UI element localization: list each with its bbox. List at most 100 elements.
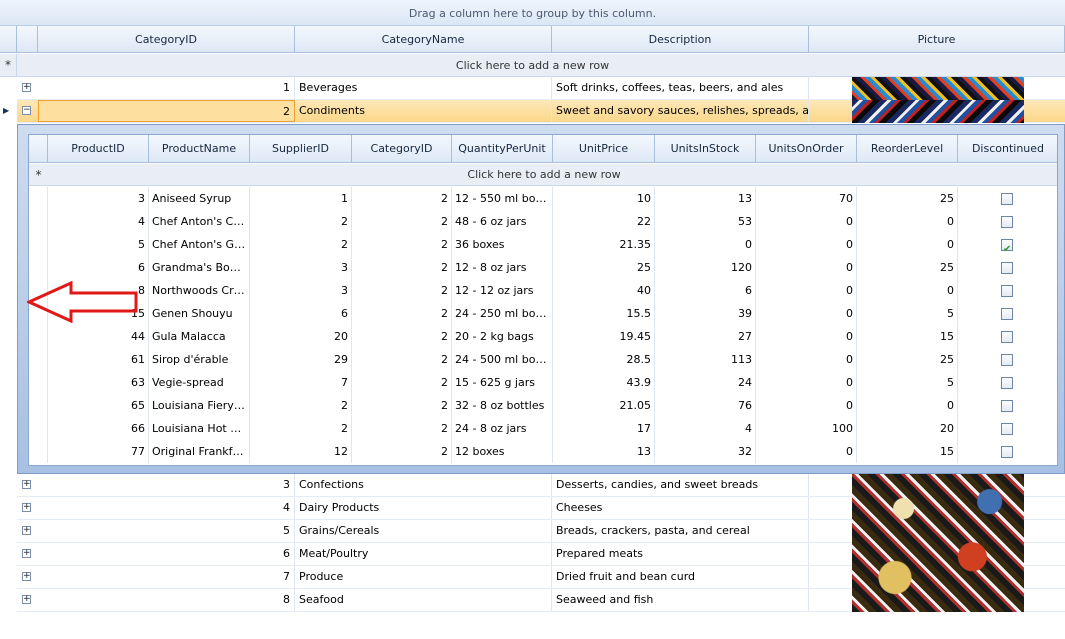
plus-icon[interactable]: + <box>22 503 31 512</box>
detail-row[interactable]: 5 Chef Anton's Gu... 2 2 36 boxes 21.35 0 0 0 <box>29 233 1057 256</box>
quantity-per-unit-cell[interactable]: 24 - 250 ml bottl... <box>452 302 553 325</box>
category-id-cell[interactable]: 2 <box>352 256 452 279</box>
category-id-cell[interactable]: 2 <box>352 233 452 256</box>
quantity-per-unit-cell[interactable]: 15 - 625 g jars <box>452 371 553 394</box>
supplier-id-cell[interactable]: 2 <box>250 417 352 440</box>
supplier-id-cell[interactable]: 7 <box>250 371 352 394</box>
quantity-per-unit-cell[interactable]: 12 boxes <box>452 440 553 463</box>
category-name-cell[interactable]: Confections <box>295 474 552 496</box>
units-in-stock-cell[interactable]: 27 <box>655 325 756 348</box>
product-name-cell[interactable]: Gula Malacca <box>149 325 250 348</box>
unit-price-cell[interactable]: 40 <box>553 279 655 302</box>
category-name-cell[interactable]: Dairy Products <box>295 497 552 519</box>
column-header-unitprice[interactable]: UnitPrice <box>553 135 655 163</box>
discontinued-checkbox[interactable] <box>1001 377 1013 389</box>
discontinued-checkbox[interactable] <box>1001 285 1013 297</box>
master-new-row[interactable]: * Click here to add a new row <box>0 54 1065 77</box>
category-name-cell[interactable]: Condiments <box>295 100 552 122</box>
description-cell[interactable]: Seaweed and fish <box>552 589 809 611</box>
column-header-unitsinstock[interactable]: UnitsInStock <box>655 135 756 163</box>
description-cell[interactable]: Cheeses <box>552 497 809 519</box>
quantity-per-unit-cell[interactable]: 36 boxes <box>452 233 553 256</box>
product-id-cell[interactable]: 77 <box>48 440 149 463</box>
products-detail-grid[interactable]: ProductID ProductName SupplierID Categor… <box>28 134 1058 466</box>
product-name-cell[interactable]: Sirop d'érable <box>149 348 250 371</box>
group-by-panel[interactable]: Drag a column here to group by this colu… <box>0 0 1065 26</box>
supplier-id-cell[interactable]: 2 <box>250 233 352 256</box>
category-name-cell[interactable]: Beverages <box>295 77 552 99</box>
category-id-cell[interactable]: 7 <box>38 566 295 588</box>
discontinued-checkbox[interactable] <box>1001 308 1013 320</box>
category-id-cell[interactable]: 2 <box>352 210 452 233</box>
product-name-cell[interactable]: Vegie-spread <box>149 371 250 394</box>
detail-row[interactable]: 61 Sirop d'érable 29 2 24 - 500 ml bottl... 2… <box>29 348 1057 371</box>
units-in-stock-cell[interactable]: 24 <box>655 371 756 394</box>
units-on-order-cell[interactable]: 100 <box>756 417 857 440</box>
picture-image[interactable] <box>852 100 1024 123</box>
units-in-stock-cell[interactable]: 32 <box>655 440 756 463</box>
detail-row[interactable]: 4 Chef Anton's Caj... 2 2 48 - 6 oz jars 22 53… <box>29 210 1057 233</box>
product-name-cell[interactable]: Aniseed Syrup <box>149 187 250 210</box>
supplier-id-cell[interactable]: 20 <box>250 325 352 348</box>
quantity-per-unit-cell[interactable]: 20 - 2 kg bags <box>452 325 553 348</box>
detail-row[interactable]: 63 Vegie-spread 7 2 15 - 625 g jars 43.9 24 0 5 <box>29 371 1057 394</box>
product-id-cell[interactable]: 61 <box>48 348 149 371</box>
category-id-cell[interactable]: 2 <box>352 394 452 417</box>
discontinued-checkbox[interactable] <box>1001 331 1013 343</box>
units-on-order-cell[interactable]: 0 <box>756 256 857 279</box>
column-header-discontinued[interactable]: Discontinued <box>958 135 1057 163</box>
units-on-order-cell[interactable]: 0 <box>756 302 857 325</box>
column-header-categoryname[interactable]: CategoryName <box>295 26 552 53</box>
column-header-quantityperunit[interactable]: QuantityPerUnit <box>452 135 553 163</box>
plus-icon[interactable]: + <box>22 572 31 581</box>
unit-price-cell[interactable]: 25 <box>553 256 655 279</box>
column-header-productname[interactable]: ProductName <box>149 135 250 163</box>
category-id-cell[interactable]: 2 <box>38 100 295 122</box>
supplier-id-cell[interactable]: 1 <box>250 187 352 210</box>
category-id-cell[interactable]: 3 <box>38 474 295 496</box>
product-name-cell[interactable]: Northwoods Cra... <box>149 279 250 302</box>
supplier-id-cell[interactable]: 29 <box>250 348 352 371</box>
category-id-cell[interactable]: 5 <box>38 520 295 542</box>
discontinued-checkbox[interactable] <box>1001 238 1013 256</box>
reorder-level-cell[interactable]: 0 <box>857 394 958 417</box>
description-cell[interactable]: Prepared meats <box>552 543 809 565</box>
column-header-productid[interactable]: ProductID <box>48 135 149 163</box>
detail-row[interactable]: 77 Original Frankfur... 12 2 12 boxes 13 32 0 15 <box>29 440 1057 463</box>
reorder-level-cell[interactable]: 5 <box>857 371 958 394</box>
column-header-unitsonorder[interactable]: UnitsOnOrder <box>756 135 857 163</box>
column-header-categoryid[interactable]: CategoryID <box>38 26 295 53</box>
unit-price-cell[interactable]: 22 <box>553 210 655 233</box>
units-on-order-cell[interactable]: 0 <box>756 348 857 371</box>
column-header-picture[interactable]: Picture <box>809 26 1065 53</box>
category-id-cell[interactable]: 4 <box>38 497 295 519</box>
reorder-level-cell[interactable]: 5 <box>857 302 958 325</box>
units-on-order-cell[interactable]: 0 <box>756 279 857 302</box>
plus-icon[interactable]: + <box>22 595 31 604</box>
product-id-cell[interactable]: 3 <box>48 187 149 210</box>
units-on-order-cell[interactable]: 0 <box>756 371 857 394</box>
quantity-per-unit-cell[interactable]: 12 - 8 oz jars <box>452 256 553 279</box>
unit-price-cell[interactable]: 21.05 <box>553 394 655 417</box>
category-id-cell[interactable]: 2 <box>352 371 452 394</box>
product-id-cell[interactable]: 6 <box>48 256 149 279</box>
detail-row[interactable]: 6 Grandma's Boyse... 3 2 12 - 8 oz jars 25 120… <box>29 256 1057 279</box>
discontinued-checkbox[interactable] <box>1001 354 1013 366</box>
supplier-id-cell[interactable]: 3 <box>250 256 352 279</box>
unit-price-cell[interactable]: 21.35 <box>553 233 655 256</box>
category-name-cell[interactable]: Seafood <box>295 589 552 611</box>
product-id-cell[interactable]: 63 <box>48 371 149 394</box>
product-name-cell[interactable]: Chef Anton's Caj... <box>149 210 250 233</box>
category-name-cell[interactable]: Produce <box>295 566 552 588</box>
detail-row[interactable]: 66 Louisiana Hot Sp... 2 2 24 - 8 oz jars 17 4… <box>29 417 1057 440</box>
unit-price-cell[interactable]: 15.5 <box>553 302 655 325</box>
product-name-cell[interactable]: Louisiana Hot Sp... <box>149 417 250 440</box>
units-on-order-cell[interactable]: 0 <box>756 325 857 348</box>
quantity-per-unit-cell[interactable]: 24 - 8 oz jars <box>452 417 553 440</box>
quantity-per-unit-cell[interactable]: 12 - 550 ml bottl... <box>452 187 553 210</box>
plus-icon[interactable]: + <box>22 83 31 92</box>
unit-price-cell[interactable]: 28.5 <box>553 348 655 371</box>
units-in-stock-cell[interactable]: 120 <box>655 256 756 279</box>
product-name-cell[interactable]: Louisiana Fiery H... <box>149 394 250 417</box>
master-row-selected[interactable]: − 2 Condiments Sweet and savory sauces, … <box>17 100 1065 123</box>
